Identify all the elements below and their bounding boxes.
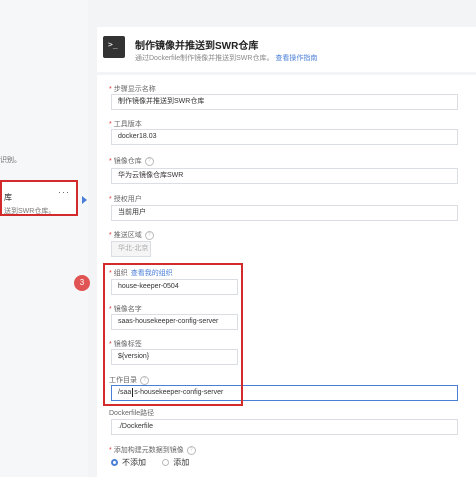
radio-unselected-icon — [162, 459, 170, 467]
help-icon[interactable]: ? — [144, 230, 154, 240]
dockerfile-input[interactable]: ./Dockerfile — [111, 419, 458, 435]
radio-no-option[interactable]: 不添加 — [111, 458, 146, 467]
tool-version-label: * 工具版本 — [109, 121, 142, 128]
auth-user-label: * 授权用户 — [109, 196, 142, 203]
radio-yes-option[interactable]: 添加 — [162, 458, 189, 467]
step-name-label: * 步骤显示名称 — [109, 86, 156, 93]
step-card-desc: 送到SWR仓库。 — [4, 208, 56, 215]
repo-label: * 镜像仓库? — [109, 156, 154, 166]
repo-select[interactable]: 华为云镜像仓库SWR — [111, 168, 458, 184]
add-meta-label: * 添加构建元数据到镜像? — [109, 445, 196, 455]
more-icon[interactable]: ··· — [58, 187, 70, 197]
step-card-swr[interactable]: 库 ··· 送到SWR仓库。 — [0, 180, 78, 216]
tool-version-select[interactable]: docker18.03 — [111, 129, 458, 145]
step-name-input[interactable]: 制作镜像并推送到SWR仓库 — [111, 94, 458, 110]
guide-link[interactable]: 查看操作指南 — [275, 55, 317, 62]
region-select[interactable]: 华北-北京 — [111, 241, 151, 257]
add-meta-radio-group: 不添加 添加 — [111, 457, 203, 468]
selected-arrow-icon — [82, 196, 87, 204]
step-card-title: 库 — [4, 193, 12, 202]
step-number-badge: 3 — [74, 275, 90, 291]
left-note-text: 识别。 — [0, 157, 21, 164]
help-icon[interactable]: ? — [186, 445, 196, 455]
page-subtitle: 通过Dockerfile制作镜像并推送到SWR仓库。 查看操作指南 — [135, 55, 318, 62]
radio-selected-icon — [111, 459, 118, 467]
dockerfile-label: Dockerfile路径 — [109, 410, 155, 417]
help-icon[interactable]: ? — [144, 156, 154, 166]
page-title: 制作镜像并推送到SWR仓库 — [135, 41, 259, 52]
pipeline-steps-pane — [0, 0, 88, 477]
highlight-box — [103, 263, 243, 406]
terminal-icon: >_ — [103, 36, 125, 58]
auth-user-select[interactable]: 当前用户 — [111, 205, 458, 221]
region-label: * 推送区域? — [109, 230, 154, 240]
